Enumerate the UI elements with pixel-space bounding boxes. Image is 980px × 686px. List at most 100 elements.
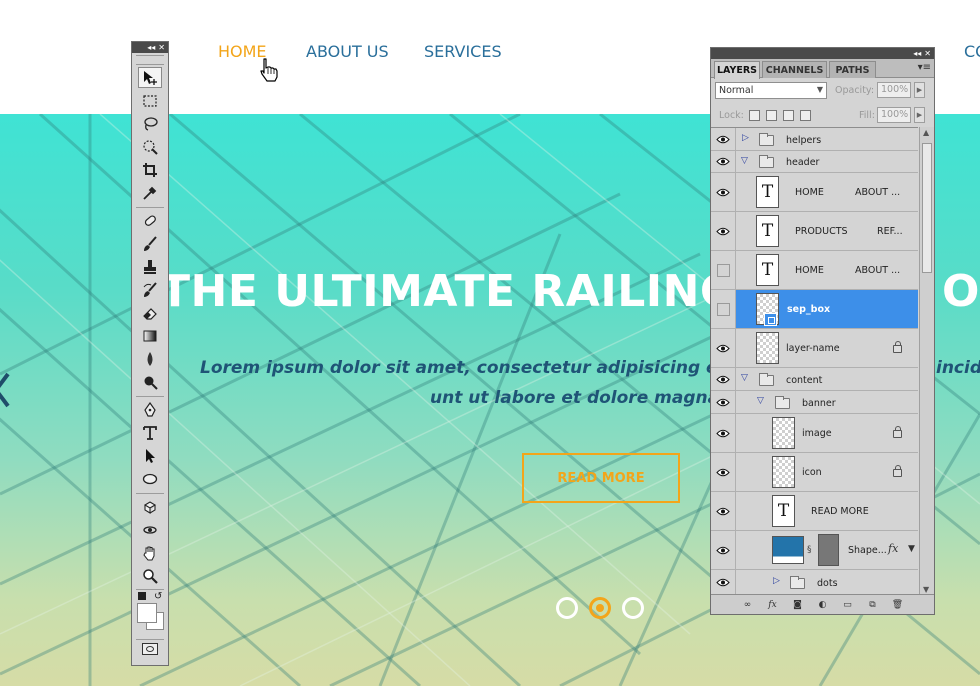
expand-triangle-icon[interactable]: ▷ — [742, 133, 749, 143]
path-selection-tool-icon[interactable] — [138, 445, 162, 466]
tools-panel-titlebar[interactable]: ◂◂ ✕ — [132, 42, 168, 53]
nav-about-us[interactable]: ABOUT US — [306, 42, 389, 61]
blur-tool-icon[interactable] — [138, 348, 162, 369]
quick-mask-icon[interactable] — [142, 643, 158, 655]
layer-row-layer-name[interactable]: layer-name — [711, 329, 918, 368]
layer-row-content[interactable]: ▽ content — [711, 368, 918, 391]
move-tool-icon[interactable] — [138, 67, 162, 88]
visibility-toggle[interactable] — [711, 128, 736, 150]
collapse-triangle-icon[interactable]: ▽ — [757, 396, 764, 406]
fx-icon[interactable]: fx — [888, 542, 898, 555]
collapse-triangle-icon[interactable]: ▽ — [741, 156, 748, 166]
lasso-tool-icon[interactable] — [138, 113, 162, 134]
slider-dot-1[interactable] — [556, 597, 578, 619]
opacity-slider-arrow-icon[interactable]: ▶ — [914, 82, 925, 98]
layer-row-home-text[interactable]: T HOME ABOUT ... — [711, 173, 918, 212]
layer-row-header[interactable]: ▽ header — [711, 151, 918, 173]
close-icon[interactable]: ✕ — [924, 49, 931, 58]
3d-rotate-tool-icon[interactable] — [138, 496, 162, 517]
slider-dot-3[interactable] — [622, 597, 644, 619]
nav-services[interactable]: SERVICES — [424, 42, 502, 61]
layers-panel-titlebar[interactable]: ◂◂ ✕ — [711, 48, 934, 59]
gradient-tool-icon[interactable] — [138, 325, 162, 346]
close-icon[interactable]: ✕ — [158, 43, 165, 52]
new-layer-icon[interactable]: ⧉ — [866, 599, 880, 611]
quick-selection-tool-icon[interactable] — [138, 136, 162, 157]
link-layers-icon[interactable]: ∞ — [741, 599, 755, 611]
type-tool-icon[interactable] — [138, 422, 162, 443]
panel-menu-icon[interactable]: ▾≡ — [918, 62, 931, 73]
scroll-up-icon[interactable]: ▲ — [923, 128, 929, 137]
healing-brush-tool-icon[interactable] — [138, 210, 162, 231]
pen-tool-icon[interactable] — [138, 399, 162, 420]
layer-row-helpers[interactable]: ▷ helpers — [711, 128, 918, 151]
zoom-tool-icon[interactable] — [138, 565, 162, 586]
layer-row-products-text[interactable]: T PRODUCTS REF... — [711, 212, 918, 251]
shape-tool-icon[interactable] — [138, 468, 162, 489]
lock-transparent-icon[interactable] — [749, 110, 760, 121]
visibility-toggle[interactable] — [711, 212, 736, 250]
brush-tool-icon[interactable] — [138, 233, 162, 254]
crop-tool-icon[interactable] — [138, 159, 162, 180]
foreground-color-swatch[interactable] — [137, 603, 157, 623]
visibility-toggle[interactable] — [711, 151, 736, 172]
new-group-icon[interactable]: ▭ — [841, 599, 855, 611]
default-colors-icon[interactable] — [138, 592, 146, 600]
lock-image-icon[interactable] — [766, 110, 777, 121]
color-swatches[interactable]: ↺ — [136, 591, 166, 634]
tab-paths[interactable]: PATHS — [829, 61, 876, 78]
lock-all-icon[interactable] — [800, 110, 811, 121]
layer-row-sep-box[interactable]: sep_box — [711, 290, 918, 329]
delete-layer-icon[interactable]: 🗑 — [891, 599, 905, 611]
link-chain-icon[interactable]: § — [807, 545, 812, 555]
swap-colors-icon[interactable]: ↺ — [154, 591, 162, 602]
expand-triangle-icon[interactable]: ▷ — [773, 576, 780, 586]
layer-row-read-more[interactable]: T READ MORE — [711, 492, 918, 531]
blend-mode-select[interactable]: Normal ▼ — [715, 82, 827, 99]
visibility-toggle[interactable] — [711, 414, 736, 452]
hand-tool-icon[interactable] — [138, 542, 162, 563]
add-mask-icon[interactable]: ◙ — [791, 599, 805, 611]
tools-grip[interactable] — [136, 55, 164, 65]
layer-row-banner[interactable]: ▽ banner — [711, 391, 918, 414]
add-style-icon[interactable]: fx — [766, 599, 780, 611]
layer-row-image[interactable]: image — [711, 414, 918, 453]
visibility-toggle[interactable] — [711, 531, 736, 569]
nav-contact[interactable]: CO — [964, 42, 980, 61]
visibility-toggle[interactable] — [711, 173, 736, 211]
opacity-field[interactable]: 100% — [877, 82, 911, 98]
read-more-button[interactable]: READ MORE — [522, 453, 680, 503]
lock-position-icon[interactable] — [783, 110, 794, 121]
collapse-triangle-icon[interactable]: ▽ — [741, 373, 748, 383]
fill-slider-arrow-icon[interactable]: ▶ — [914, 107, 925, 123]
scroll-thumb[interactable] — [922, 143, 932, 273]
visibility-toggle[interactable] — [711, 251, 736, 289]
layers-scrollbar[interactable]: ▲ ▼ — [919, 127, 934, 595]
visibility-toggle[interactable] — [711, 329, 736, 367]
visibility-toggle[interactable] — [711, 492, 736, 530]
tab-layers[interactable]: LAYERS — [714, 61, 760, 79]
slider-prev-arrow-icon[interactable] — [0, 370, 12, 410]
clone-stamp-tool-icon[interactable] — [138, 256, 162, 277]
adjustment-layer-icon[interactable]: ◐ — [816, 599, 830, 611]
eyedropper-tool-icon[interactable] — [138, 182, 162, 203]
collapse-icon[interactable]: ◂◂ — [147, 43, 155, 52]
visibility-toggle[interactable] — [711, 391, 736, 413]
visibility-toggle[interactable] — [711, 453, 736, 491]
tab-channels[interactable]: CHANNELS — [762, 61, 827, 78]
3d-orbit-tool-icon[interactable] — [138, 519, 162, 540]
slider-dot-2[interactable] — [589, 597, 611, 619]
marquee-tool-icon[interactable] — [138, 90, 162, 111]
visibility-toggle[interactable] — [711, 570, 736, 595]
layer-row-icon[interactable]: icon — [711, 453, 918, 492]
dodge-tool-icon[interactable] — [138, 371, 162, 392]
history-brush-tool-icon[interactable] — [138, 279, 162, 300]
eraser-tool-icon[interactable] — [138, 302, 162, 323]
collapse-icon[interactable]: ◂◂ — [913, 49, 921, 58]
layer-row-dots[interactable]: ▷ dots — [711, 570, 918, 595]
fill-field[interactable]: 100% — [877, 107, 911, 123]
visibility-toggle[interactable] — [711, 290, 736, 328]
layer-row-shape[interactable]: § Shape... fx ▼ — [711, 531, 918, 570]
scroll-down-icon[interactable]: ▼ — [923, 585, 929, 594]
layer-row-home-text-hidden[interactable]: T HOME ABOUT ... — [711, 251, 918, 290]
